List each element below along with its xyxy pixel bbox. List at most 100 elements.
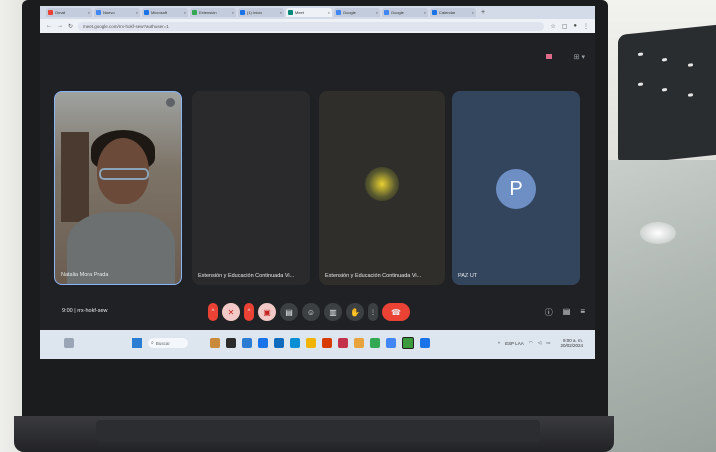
microphone-off-icon[interactable]: ✕: [222, 303, 240, 321]
self-view-flag-icon: [546, 54, 552, 59]
participant-tile-3[interactable]: Extensión y Educación Continuada Vi...: [319, 91, 445, 285]
camera-off-icon[interactable]: ▣: [258, 303, 276, 321]
taskbar-app-icon[interactable]: [386, 338, 396, 348]
browser-tab[interactable]: Extensión ×: [190, 8, 236, 17]
address-bar[interactable]: meet.google.com/rrx-hokf-sew?authuser=1: [78, 21, 545, 31]
tab-close-icon[interactable]: ×: [232, 10, 234, 15]
file-explorer-icon[interactable]: [306, 338, 316, 348]
browser-tabstrip: Gmail × Nuevo × Microsoft × Extensión × (1) Inic…: [40, 6, 595, 19]
side-controls: ⓘ ▤ ≡: [535, 307, 585, 318]
participant-profile-logo: [365, 167, 399, 201]
meeting-time: 9:00: [62, 308, 73, 314]
taskbar-app-icon[interactable]: [322, 338, 332, 348]
present-screen-icon[interactable]: ▥: [324, 303, 342, 321]
widgets-icon[interactable]: [64, 338, 74, 348]
end-call-icon[interactable]: ☎: [382, 303, 410, 321]
browser-tab[interactable]: Google ×: [382, 8, 428, 17]
participant-tile-2[interactable]: Extensión y Educación Continuada Vi...: [192, 91, 310, 285]
more-options-icon[interactable]: ⋮: [368, 303, 378, 321]
chair-dot: [688, 93, 693, 97]
taskbar-search[interactable]: ⌕ Buscar: [148, 338, 188, 348]
taskbar-app-icon[interactable]: [210, 338, 220, 348]
participant-glasses: [99, 168, 149, 180]
browser-tab[interactable]: (1) Inicio ×: [238, 8, 284, 17]
browser-tab[interactable]: Gmail ×: [46, 8, 92, 17]
browser-tab[interactable]: Microsoft ×: [142, 8, 188, 17]
layout-options-icon[interactable]: ⊞ ▾: [574, 53, 585, 61]
taskbar-apps: ⌕ Buscar: [132, 337, 436, 349]
video-options-chevron-icon[interactable]: ^: [244, 303, 254, 321]
tab-close-icon[interactable]: ×: [184, 10, 186, 15]
browser-tab[interactable]: Google ×: [334, 8, 380, 17]
tab-title: Calendar: [439, 10, 456, 15]
tab-favicon-icon: [336, 10, 341, 15]
audio-options-chevron-icon[interactable]: ^: [208, 303, 218, 321]
participant-name: Extensión y Educación Continuada Vi...: [325, 273, 422, 279]
browser-tab[interactable]: Meet ×: [286, 8, 332, 17]
taskbar-app-active-icon[interactable]: [402, 337, 414, 349]
wifi-icon[interactable]: ◠: [529, 340, 533, 346]
tab-title: Microsoft: [151, 10, 168, 15]
windows-taskbar: ⌕ Buscar ^ ESP LAA ◠ ◁ ▭ 9:00 a. m. 20/0…: [40, 330, 595, 359]
tab-close-icon[interactable]: ×: [136, 10, 138, 15]
browser-tab[interactable]: Nuevo ×: [94, 8, 140, 17]
tab-close-icon[interactable]: ×: [376, 10, 378, 15]
chair-dot: [662, 58, 667, 62]
participant-tile-1[interactable]: Natalia Mora Prada: [54, 91, 182, 285]
taskbar-app-icon[interactable]: [354, 338, 364, 348]
background-chair: [618, 24, 716, 166]
emoji-reactions-icon[interactable]: ☺: [302, 303, 320, 321]
battery-icon[interactable]: ▭: [546, 340, 550, 346]
captions-icon[interactable]: ▤: [280, 303, 298, 321]
activities-icon[interactable]: ≡: [580, 307, 585, 318]
meeting-code: rrx-hokf-sew: [77, 308, 108, 314]
meet-stage: ⊞ ▾ Natalia Mora Prada Extensión y Educa…: [40, 33, 595, 330]
laptop-screen: Gmail × Nuevo × Microsoft × Extensión × (1) Inic…: [40, 6, 595, 359]
reload-icon[interactable]: ↻: [68, 23, 73, 30]
language-indicator[interactable]: ESP LAA: [505, 341, 524, 346]
chrome-icon[interactable]: [370, 338, 380, 348]
tab-close-icon[interactable]: ×: [424, 10, 426, 15]
taskbar-app-icon[interactable]: [226, 338, 236, 348]
tab-title: Nuevo: [103, 10, 115, 15]
back-icon[interactable]: ←: [46, 23, 52, 29]
tab-close-icon[interactable]: ×: [280, 10, 282, 15]
extensions-icon[interactable]: ▢: [562, 23, 568, 30]
browser-menu-icon[interactable]: ⋮: [583, 23, 589, 30]
tab-close-icon[interactable]: ×: [472, 10, 474, 15]
new-tab-icon[interactable]: +: [481, 9, 485, 16]
participant-avatar: P: [496, 169, 536, 209]
tab-close-icon[interactable]: ×: [328, 10, 330, 15]
taskbar-app-icon[interactable]: [258, 338, 268, 348]
tab-favicon-icon: [384, 10, 389, 15]
taskbar-app-icon[interactable]: [420, 338, 430, 348]
taskbar-app-icon[interactable]: [290, 338, 300, 348]
tab-close-icon[interactable]: ×: [88, 10, 90, 15]
laptop-hinge-notch: [96, 420, 540, 442]
tab-favicon-icon: [96, 10, 101, 15]
bookmark-star-icon[interactable]: ☆: [550, 23, 555, 30]
taskbar-app-icon[interactable]: [274, 338, 284, 348]
tab-title: Gmail: [55, 10, 66, 15]
volume-icon[interactable]: ◁: [538, 340, 541, 346]
clock-date: 20/02/2024: [560, 343, 583, 348]
participant-name: Natalia Mora Prada: [61, 272, 109, 278]
background-light-reflection: [640, 222, 676, 244]
browser-tab[interactable]: Calendar ×: [430, 8, 476, 17]
raise-hand-icon[interactable]: ✋: [346, 303, 364, 321]
taskbar-app-icon[interactable]: [242, 338, 252, 348]
taskbar-app-icon[interactable]: [338, 338, 348, 348]
profile-icon[interactable]: ●: [573, 23, 577, 29]
chat-icon[interactable]: ▤: [563, 307, 571, 318]
tab-favicon-icon: [48, 10, 53, 15]
tab-title: Meet: [295, 10, 304, 15]
tray-chevron-icon[interactable]: ^: [498, 341, 500, 346]
chair-dot: [638, 82, 643, 87]
windows-start-icon[interactable]: [132, 338, 142, 348]
participant-tile-4[interactable]: P PAZ UT: [452, 91, 580, 285]
taskbar-clock[interactable]: 9:00 a. m. 20/02/2024: [555, 338, 583, 348]
tab-title: (1) Inicio: [247, 10, 263, 15]
forward-icon[interactable]: →: [57, 23, 63, 29]
meeting-details-icon[interactable]: ⓘ: [545, 307, 553, 318]
call-controls: ^ ✕ ^ ▣ ▤ ☺ ▥ ✋ ⋮ ☎: [208, 303, 414, 321]
